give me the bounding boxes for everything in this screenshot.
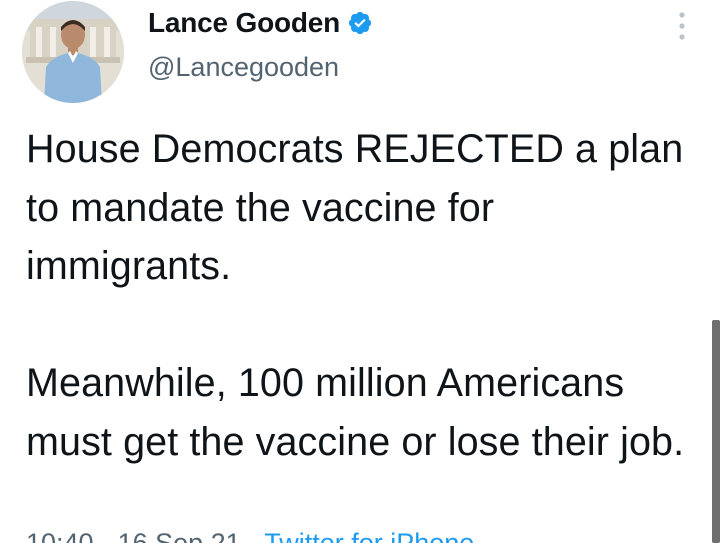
avatar-photo <box>22 1 124 103</box>
tweet-metadata: 10:40 · 16 Sep 21 · Twitter for iPhone <box>26 528 474 543</box>
author-handle[interactable]: @Lancegooden <box>148 52 339 83</box>
tweet-paragraph: House Democrats REJECTED a plan to manda… <box>26 127 684 288</box>
tweet-source-link[interactable]: Twitter for iPhone <box>264 528 474 543</box>
more-vertical-icon <box>679 12 685 40</box>
meta-separator: · <box>93 528 118 543</box>
display-name[interactable]: Lance Gooden <box>148 7 340 39</box>
tweet-text: House Democrats REJECTED a plan to manda… <box>26 120 706 471</box>
tweet-time[interactable]: 10:40 <box>26 528 94 543</box>
scrollbar-thumb[interactable] <box>712 320 720 543</box>
tweet-card: Lance Gooden @Lancegooden House Democrat… <box>0 0 720 543</box>
tweet-paragraph: Meanwhile, 100 million Americans must ge… <box>26 361 685 464</box>
verified-badge-icon <box>348 11 372 35</box>
meta-separator: · <box>240 528 265 543</box>
author-name-row[interactable]: Lance Gooden <box>148 6 373 40</box>
avatar[interactable] <box>22 1 124 103</box>
tweet-date[interactable]: 16 Sep 21 <box>118 528 241 543</box>
more-options-button[interactable] <box>662 8 702 44</box>
